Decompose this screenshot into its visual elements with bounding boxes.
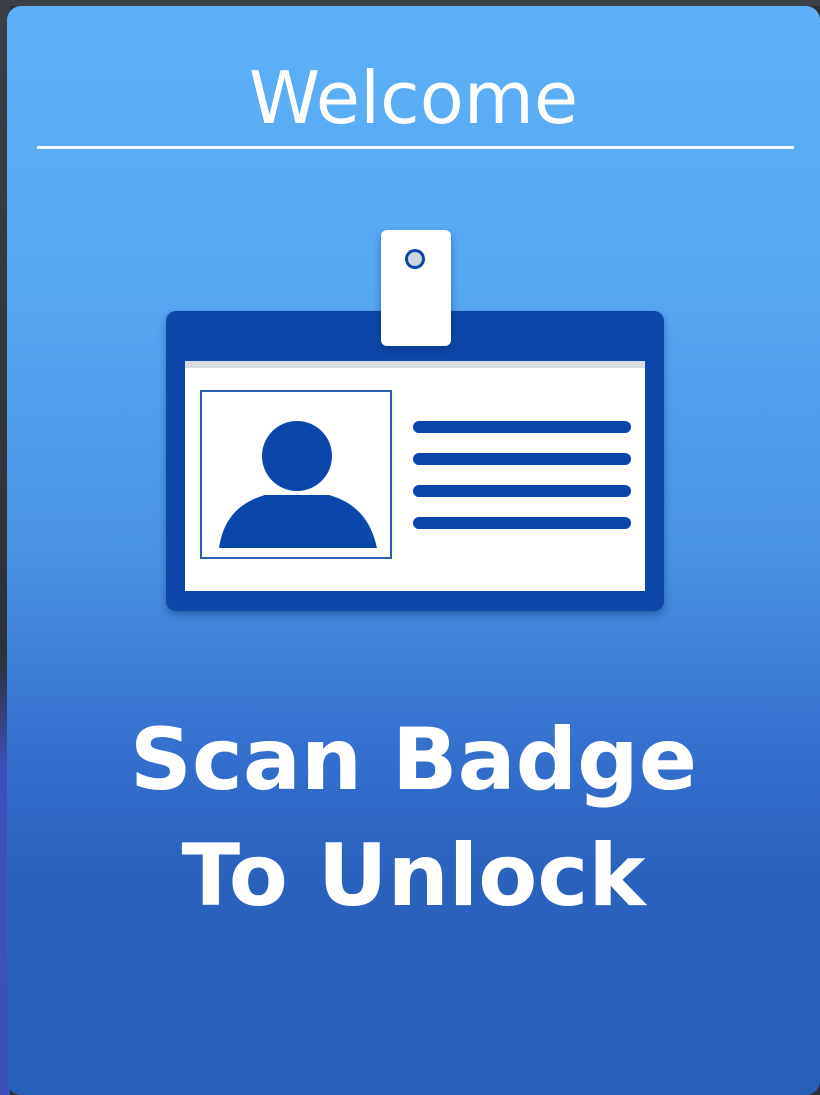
id-badge-icon (166, 230, 664, 611)
welcome-title: Welcome (248, 56, 579, 140)
prompt-line-1: Scan Badge (129, 710, 698, 810)
title-divider (37, 146, 794, 149)
prompt-line-2: To Unlock (181, 826, 646, 926)
badge-lock-screen: Welcome Scan Badge To Unlock (7, 6, 820, 1095)
scan-badge-prompt: Scan Badge To Unlock (7, 702, 820, 934)
